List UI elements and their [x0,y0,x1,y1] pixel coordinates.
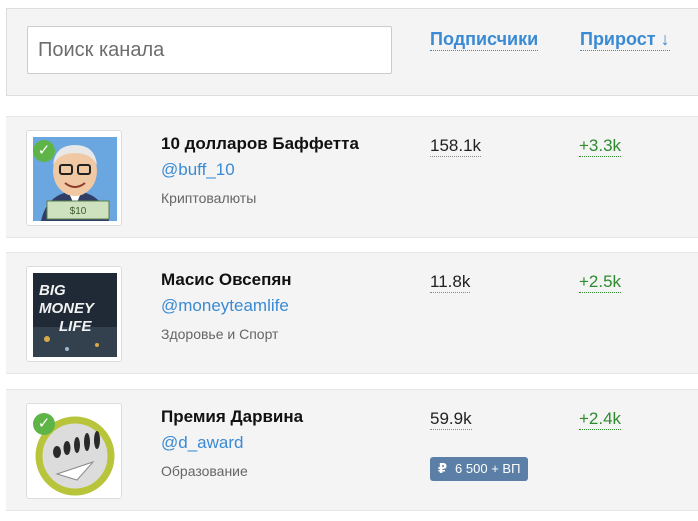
search-input[interactable] [27,26,392,74]
channel-name[interactable]: Премия Дарвина [161,407,303,427]
svg-text:BIG: BIG [39,282,66,299]
ruble-icon: ₽ [438,461,448,476]
verified-check-icon: ✓ [33,140,55,162]
channel-name[interactable]: Масис Овсепян [161,270,292,290]
channel-category: Здоровье и Спорт [161,326,279,342]
growth-count: +3.3k [579,136,622,157]
ad-price-text: 6 500 + ВП [455,461,521,476]
channel-category: Криптовалюты [161,190,257,206]
verified-check-icon: ✓ [33,413,55,435]
channel-avatar[interactable]: $10 ✓ [26,130,122,226]
channel-handle-link[interactable]: @buff_10 [161,160,235,180]
svg-text:LIFE: LIFE [59,318,92,335]
channel-category: Образование [161,463,248,479]
table-header: Подписчики Прирост ↓ [6,8,698,96]
channel-handle-link[interactable]: @d_award [161,433,243,453]
channel-avatar[interactable]: BIG MONEY LIFE [26,266,122,362]
subscribers-count: 11.8k [430,272,471,293]
sort-growth-link[interactable]: Прирост ↓ [580,28,670,51]
channel-row[interactable]: ✓ Премия Дарвина @d_award Образование 59… [6,389,698,511]
ad-price-badge[interactable]: ₽6 500 + ВП [430,457,529,481]
growth-count: +2.4k [579,409,622,430]
channel-avatar[interactable]: ✓ [26,403,122,499]
svg-text:MONEY: MONEY [39,300,96,317]
subscribers-count: 158.1k [430,136,482,157]
channel-row[interactable]: $10 ✓ 10 долларов Баффетта @buff_10 Крип… [6,116,698,238]
svg-text:$10: $10 [70,206,87,217]
channel-name[interactable]: 10 долларов Баффетта [161,134,359,154]
subscribers-count: 59.9k [430,409,472,430]
sort-subscribers-link[interactable]: Подписчики [430,28,539,51]
channel-row[interactable]: BIG MONEY LIFE Масис Овсепян @moneyteaml… [6,252,698,374]
big-money-life-image: BIG MONEY LIFE [27,267,121,361]
channel-handle-link[interactable]: @moneyteamlife [161,296,289,316]
growth-count: +2.5k [579,272,622,293]
